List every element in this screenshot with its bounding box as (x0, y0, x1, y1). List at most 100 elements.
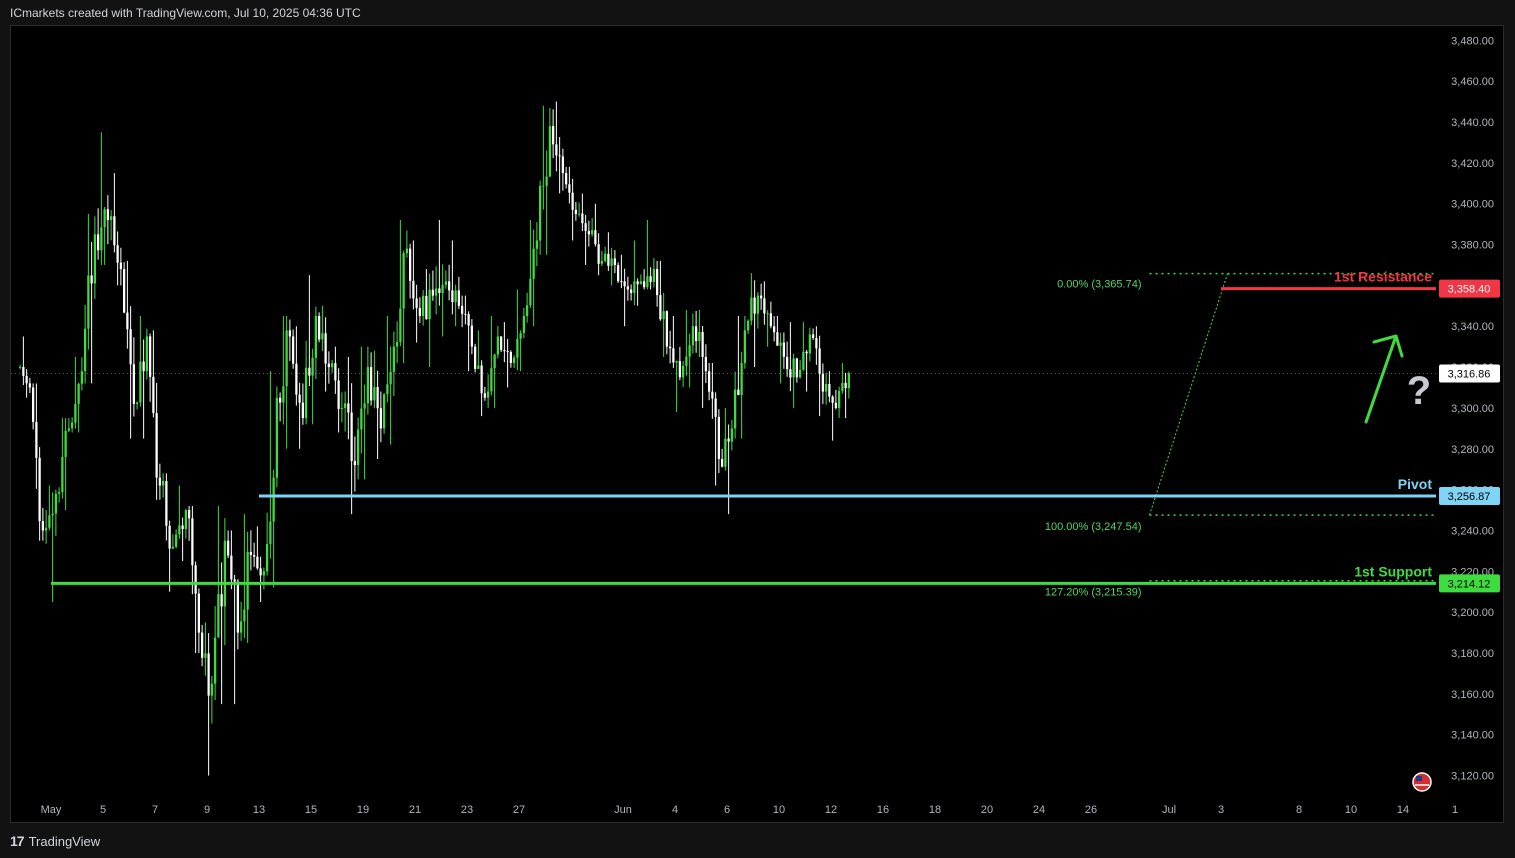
candle-body (447, 281, 451, 291)
candle-body (83, 328, 87, 372)
candle-body (376, 387, 379, 409)
candle-body (808, 334, 812, 354)
candle-body (623, 281, 626, 287)
candle-body (308, 367, 311, 376)
x-tick-label: 5 (100, 804, 106, 816)
x-tick-label: 20 (981, 804, 993, 816)
candle-body (96, 234, 100, 251)
candle-body (44, 527, 48, 531)
y-tick-label: 3,120.00 (1451, 771, 1494, 783)
candle-body (759, 295, 763, 299)
candle-body (441, 284, 444, 293)
candle-body (161, 480, 165, 486)
candle-body (363, 403, 366, 409)
candle-body (239, 621, 243, 633)
candle-body (746, 320, 750, 331)
y-tick-label: 3,380.00 (1451, 240, 1494, 252)
candle-body (80, 371, 84, 384)
candle-body (132, 364, 136, 404)
x-tick-label: 13 (253, 804, 265, 816)
candle-body (834, 402, 838, 408)
candle-body (405, 248, 409, 254)
x-tick-label: 24 (1033, 804, 1045, 816)
chart-panel[interactable]: 3,120.00 3,140.00 3,160.00 3,180.00 3,200.00… (10, 25, 1504, 823)
x-tick-label: Jul (1162, 804, 1176, 816)
candle-body (272, 477, 275, 522)
candle-body (438, 288, 441, 293)
candle-body (337, 380, 340, 409)
candle-body (457, 290, 461, 306)
candle-body (35, 421, 38, 458)
level-label: 1st Resistance (1334, 269, 1432, 285)
candle-body (769, 313, 773, 327)
candle-body (577, 213, 581, 215)
candle-body (675, 361, 678, 363)
candle-body (548, 126, 552, 177)
price-chart[interactable]: 3,120.00 3,140.00 3,160.00 3,180.00 3,200.00… (11, 26, 1505, 824)
candle-body (454, 290, 457, 303)
candle-body (51, 513, 54, 516)
candle-body (776, 332, 779, 346)
candle-body (711, 391, 714, 399)
candle-body (646, 276, 649, 288)
candle-body (288, 330, 292, 337)
candle-body (217, 594, 220, 638)
candle-body (727, 438, 730, 442)
x-tick-label: 3 (1218, 804, 1224, 816)
candle-body (629, 289, 633, 293)
candle-body (295, 363, 298, 395)
candle-body (785, 356, 789, 370)
candle-body (353, 460, 357, 466)
candle-body (616, 264, 620, 282)
candle-body (613, 258, 617, 265)
tradingview-branding: 17 TradingView (10, 832, 100, 850)
y-tick-label: 3,140.00 (1451, 730, 1494, 742)
x-tick-label: 10 (1345, 804, 1357, 816)
candle-body (837, 391, 841, 408)
candle-body (386, 384, 389, 395)
candle-body (659, 295, 662, 320)
candle-body (714, 398, 717, 417)
candle-body (57, 492, 61, 494)
candle-body (350, 412, 353, 461)
candle-body (152, 376, 155, 414)
candle-body (291, 336, 295, 364)
candle-body (311, 357, 314, 376)
x-tick-label: 1 (1452, 804, 1458, 816)
flag-canton (1416, 776, 1422, 781)
candle-body (269, 521, 272, 545)
candle-body (766, 313, 769, 315)
candle-body (490, 368, 493, 392)
candle-body (298, 394, 301, 403)
candle-body (204, 653, 207, 658)
candle-body (464, 313, 467, 315)
candle-body (688, 345, 691, 357)
candle-body (434, 288, 438, 296)
candle-body (392, 346, 396, 372)
candle-body (252, 554, 256, 557)
candle-body (779, 342, 782, 346)
candle-body (90, 275, 93, 284)
tradingview-logo-icon: 17 (10, 833, 25, 849)
y-tick-label: 3,400.00 (1451, 199, 1494, 211)
candle-body (701, 332, 704, 358)
candle-body (451, 290, 454, 303)
candle-body (610, 258, 613, 266)
candle-body (672, 348, 675, 363)
candle-body (18, 367, 22, 369)
candle-body (590, 230, 594, 235)
candle-body (694, 326, 698, 342)
candle-body (334, 363, 337, 381)
x-tick-label: 27 (513, 804, 525, 816)
candle-body (31, 387, 35, 422)
candle-body (412, 280, 415, 299)
candle-body (698, 332, 701, 342)
candle-body (821, 373, 825, 392)
candle-body (737, 389, 740, 395)
candle-body (373, 387, 376, 401)
candle-body (171, 546, 175, 549)
candle-body (525, 305, 529, 317)
candle-body (22, 367, 25, 376)
candle-body (126, 312, 129, 330)
y-tick-label: 3,480.00 (1451, 35, 1494, 47)
